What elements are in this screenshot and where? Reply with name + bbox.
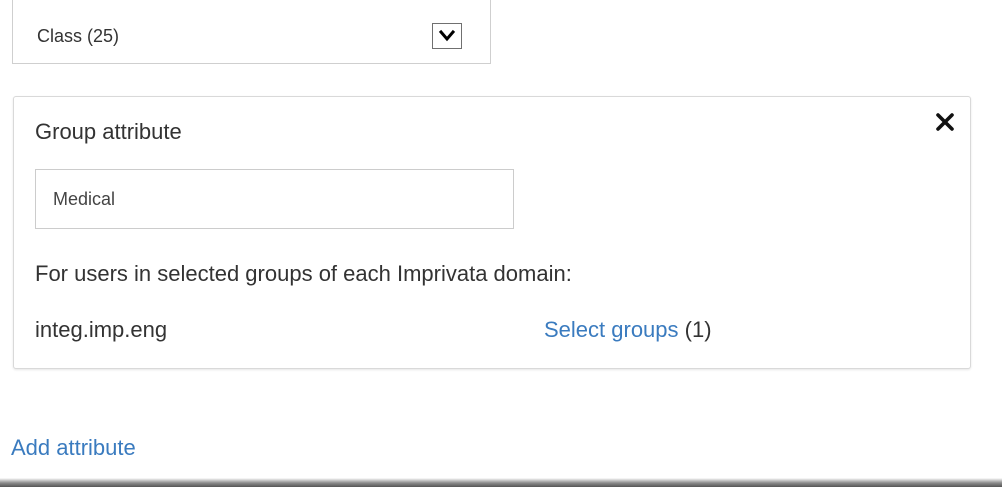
domain-name: integ.imp.eng xyxy=(35,317,168,342)
select-groups-count: (1) xyxy=(684,317,712,342)
add-attribute-link[interactable]: Add attribute xyxy=(11,435,136,461)
class-select-value: Class (25) xyxy=(37,26,120,46)
select-groups-link[interactable]: Select groups xyxy=(544,317,679,342)
class-select[interactable]: Class (25) xyxy=(12,0,491,64)
panel-title: Group attribute xyxy=(35,119,182,144)
group-attribute-input[interactable] xyxy=(35,169,514,229)
chevron-down-icon[interactable] xyxy=(432,23,462,49)
attribute-editor: Class (25) Group attribute For users in … xyxy=(0,0,1002,487)
close-icon[interactable] xyxy=(934,111,956,133)
group-attribute-panel: Group attribute For users in selected gr… xyxy=(13,96,971,369)
domain-help-text: For users in selected groups of each Imp… xyxy=(35,261,572,286)
window-bottom-edge xyxy=(0,478,1002,487)
select-groups: Select groups (1) xyxy=(544,317,712,343)
